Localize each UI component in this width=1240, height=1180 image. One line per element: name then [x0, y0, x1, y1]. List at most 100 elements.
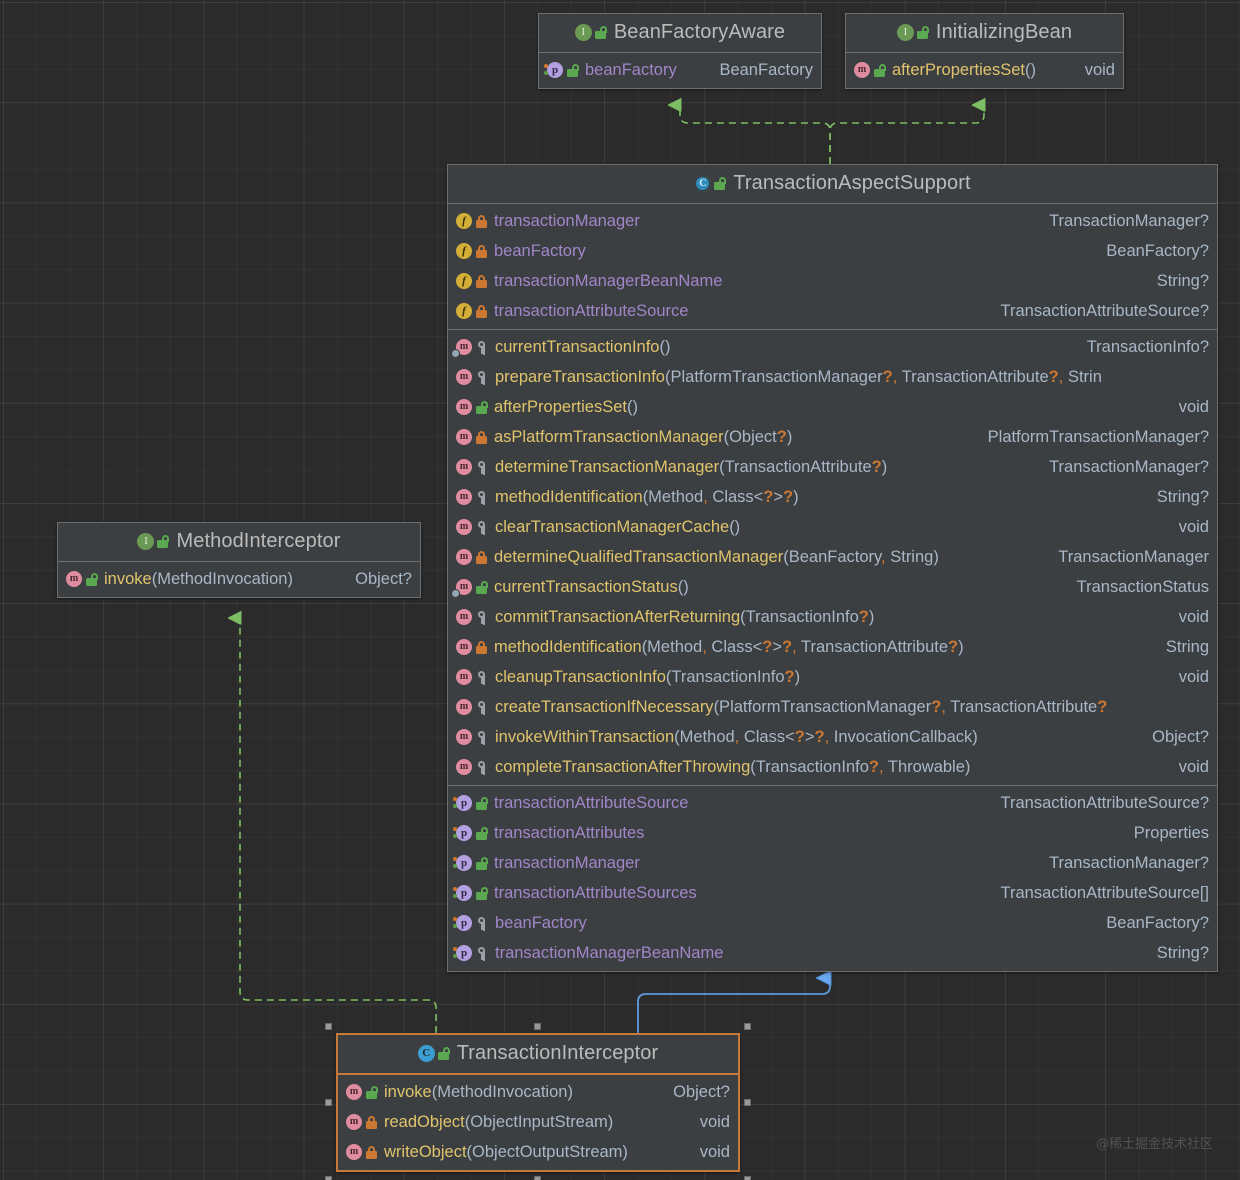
- member-name: transactionAttributes: [494, 823, 645, 842]
- protected-lock-icon: [366, 1145, 377, 1159]
- member-row[interactable]: p transactionAttributes Properties: [448, 818, 1217, 848]
- class-box-initializing-bean[interactable]: I InitializingBean m afterPropertiesSet() vo…: [845, 13, 1124, 89]
- member-row[interactable]: m determineTransactionManager(Transaction…: [448, 452, 1217, 482]
- class-box-bean-factory-aware[interactable]: I BeanFactoryAware p beanFactory BeanFactory: [538, 13, 822, 89]
- member-row[interactable]: p beanFactory BeanFactory: [539, 55, 821, 85]
- selection-handle-7[interactable]: [744, 1176, 751, 1180]
- selection-handle-1[interactable]: [534, 1023, 541, 1030]
- class-box-transaction-interceptor[interactable]: C TransactionInterceptor m invoke(MethodInv…: [336, 1033, 740, 1172]
- member-row[interactable]: p beanFactory BeanFactory?: [448, 908, 1217, 938]
- member-row[interactable]: p transactionManagerBeanName String?: [448, 938, 1217, 968]
- member-row[interactable]: f transactionAttributeSource TransactionAt…: [448, 296, 1217, 326]
- member-row[interactable]: m afterPropertiesSet() void: [846, 55, 1123, 85]
- member-signature: transactionManagerBeanName: [494, 272, 1145, 291]
- member-row[interactable]: m currentTransactionStatus() TransactionSt…: [448, 572, 1217, 602]
- member-row[interactable]: f beanFactory BeanFactory?: [448, 236, 1217, 266]
- class-icons: I: [896, 24, 929, 41]
- class-section-methods: m invoke(MethodInvocation) Object? m readObj…: [338, 1075, 738, 1170]
- member-icons: m: [456, 459, 488, 475]
- method-icon: m: [456, 489, 472, 505]
- package-key-icon: [476, 730, 488, 744]
- member-row[interactable]: m clearTransactionManagerCache() void: [448, 512, 1217, 542]
- member-type: BeanFactory?: [1106, 913, 1209, 932]
- member-row[interactable]: m invokeWithinTransaction(Method, Class<?…: [448, 722, 1217, 752]
- member-row[interactable]: p transactionAttributeSource TransactionAt…: [448, 788, 1217, 818]
- uml-diagram-canvas[interactable]: I BeanFactoryAware p beanFactory BeanFactory…: [0, 0, 1240, 1180]
- member-row[interactable]: f transactionManagerBeanName String?: [448, 266, 1217, 296]
- edge-implements-initializing-bean: [829, 105, 984, 164]
- class-box-transaction-aspect-support[interactable]: C TransactionAspectSupport f transactionMan…: [447, 164, 1218, 972]
- member-signature: afterPropertiesSet(): [494, 397, 638, 416]
- class-box-method-interceptor[interactable]: I MethodInterceptor m invoke(MethodInvocati…: [57, 522, 421, 598]
- member-row[interactable]: m prepareTransactionInfo(PlatformTransact…: [448, 362, 1217, 392]
- member-signature: beanFactory: [495, 914, 1094, 933]
- member-type: void: [1178, 667, 1209, 686]
- member-name: transactionManagerBeanName: [494, 271, 723, 290]
- class-header-bean-factory-aware[interactable]: I BeanFactoryAware: [539, 14, 821, 53]
- public-lock-icon: [476, 826, 488, 840]
- member-signature: determineQualifiedTransactionManager(Bea…: [494, 547, 939, 566]
- method-icon: m: [346, 1084, 362, 1100]
- member-signature: beanFactory: [585, 61, 707, 80]
- protected-lock-icon: [366, 1115, 377, 1129]
- member-row[interactable]: m completeTransactionAfterThrowing(Transa…: [448, 752, 1217, 782]
- package-key-icon: [476, 370, 488, 384]
- class-header-transaction-interceptor[interactable]: C TransactionInterceptor: [338, 1035, 738, 1075]
- member-signature: transactionManager: [494, 212, 1037, 231]
- member-row[interactable]: m invoke(MethodInvocation) Object?: [58, 564, 420, 594]
- class-icons: C: [694, 175, 727, 192]
- member-row[interactable]: m afterPropertiesSet() void: [448, 392, 1217, 422]
- member-row[interactable]: m createTransactionIfNecessary(PlatformTr…: [448, 692, 1217, 722]
- member-row[interactable]: m currentTransactionInfo() TransactionInfo…: [448, 332, 1217, 362]
- class-icons: C: [417, 1045, 450, 1062]
- selection-handle-2[interactable]: [744, 1023, 751, 1030]
- method-icon: m: [456, 729, 472, 745]
- member-row[interactable]: m cleanupTransactionInfo(TransactionInfo?…: [448, 662, 1217, 692]
- selection-handle-0[interactable]: [325, 1023, 332, 1030]
- member-row[interactable]: m asPlatformTransactionManager(Object?) Pl…: [448, 422, 1217, 452]
- member-row[interactable]: m readObject(ObjectInputStream) void: [338, 1107, 738, 1137]
- member-row[interactable]: p transactionAttributeSources TransactionA…: [448, 878, 1217, 908]
- member-icons: m: [346, 1144, 377, 1160]
- member-row[interactable]: m methodIdentification(Method, Class<?>?,…: [448, 632, 1217, 662]
- member-icons: m: [456, 429, 487, 445]
- member-type: TransactionAttributeSource[]: [1000, 883, 1210, 902]
- member-name: methodIdentification: [495, 487, 643, 506]
- member-name: transactionManager: [494, 853, 640, 872]
- member-row[interactable]: m commitTransactionAfterReturning(Transac…: [448, 602, 1217, 632]
- class-section-methods: m invoke(MethodInvocation) Object?: [58, 562, 420, 597]
- protected-lock-icon: [476, 550, 487, 564]
- watermark: @稀土掘金技术社区: [1096, 1137, 1214, 1152]
- member-icons: p: [544, 62, 579, 78]
- member-type: Object?: [355, 569, 412, 588]
- selection-handle-3[interactable]: [325, 1098, 332, 1106]
- method-icon: m: [456, 609, 472, 625]
- selection-handle-4[interactable]: [744, 1098, 751, 1106]
- member-signature: transactionAttributes: [494, 824, 1122, 843]
- class-header-initializing-bean[interactable]: I InitializingBean: [846, 14, 1123, 53]
- member-type: String: [1165, 637, 1209, 656]
- member-type: void: [1178, 517, 1209, 536]
- member-icons: m: [456, 369, 488, 385]
- edge-extends-transaction-aspect-support: [637, 978, 830, 1033]
- member-name: invokeWithinTransaction: [495, 727, 675, 746]
- member-row[interactable]: m methodIdentification(Method, Class<?>?)…: [448, 482, 1217, 512]
- public-lock-icon: [476, 886, 488, 900]
- member-type: Properties: [1133, 823, 1209, 842]
- class-header-transaction-aspect-support[interactable]: C TransactionAspectSupport: [448, 165, 1217, 204]
- class-section-fields: f transactionManager TransactionManager? f b…: [448, 204, 1217, 330]
- member-row[interactable]: f transactionManager TransactionManager?: [448, 206, 1217, 236]
- member-row[interactable]: m writeObject(ObjectOutputStream) void: [338, 1137, 738, 1167]
- selection-handle-6[interactable]: [534, 1176, 541, 1180]
- member-row[interactable]: m invoke(MethodInvocation) Object?: [338, 1077, 738, 1107]
- member-name: currentTransactionStatus: [494, 577, 678, 596]
- class-header-method-interceptor[interactable]: I MethodInterceptor: [58, 523, 420, 562]
- member-type: TransactionManager?: [1049, 457, 1209, 476]
- member-row[interactable]: p transactionManager TransactionManager?: [448, 848, 1217, 878]
- member-row[interactable]: m determineQualifiedTransactionManager(Be…: [448, 542, 1217, 572]
- member-type: String?: [1156, 943, 1209, 962]
- member-type: void: [699, 1112, 730, 1131]
- selection-handle-5[interactable]: [325, 1176, 332, 1180]
- package-key-icon: [476, 460, 488, 474]
- field-icon: f: [456, 243, 472, 259]
